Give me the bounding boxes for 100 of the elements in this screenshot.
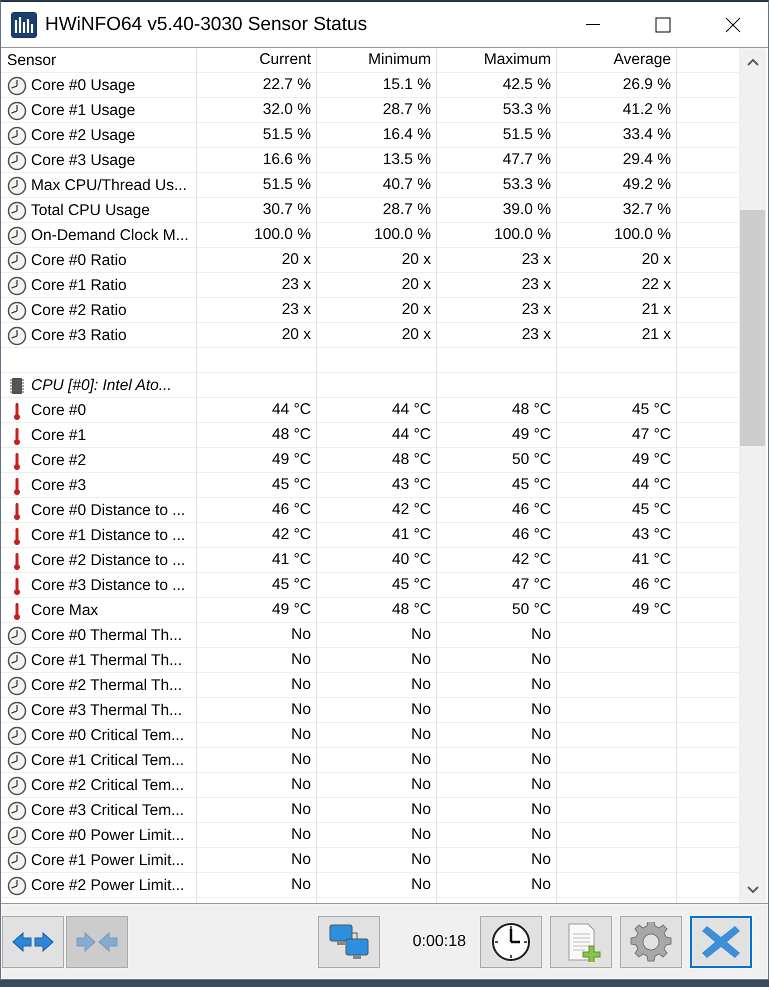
table-cell-text: 20 x [280, 325, 312, 345]
table-cell-text: 21 x [640, 325, 672, 345]
table-cell-text: 23 x [520, 250, 552, 270]
gauge-icon [7, 200, 27, 220]
table-cell-text: No [290, 725, 312, 745]
column-header[interactable]: Sensor [1, 48, 197, 73]
sensor-name: Core Max [31, 600, 98, 620]
close-icon [724, 16, 742, 34]
table-cell-text: No [530, 775, 552, 795]
app-icon [11, 12, 37, 38]
elapsed-time: 0:00:18 [412, 932, 466, 950]
table-cell-text: 42 °C [391, 500, 432, 520]
sensor-name: Core #1 Ratio [31, 276, 127, 296]
sensor-name: Core #3 Critical Tem... [31, 800, 184, 820]
table-cell-text: 42.5 % [502, 75, 552, 95]
document-add-button[interactable] [550, 916, 612, 968]
gauge-icon [7, 100, 27, 120]
table-cell-text: 23 x [520, 275, 552, 295]
table-cell-text: 29.4 % [622, 150, 672, 170]
table-cell-text: 51.5 % [262, 175, 312, 195]
sensor-name: Core #1 Thermal Th... [31, 650, 182, 670]
table-cell-text: 20 x [400, 325, 432, 345]
table-cell-text: 45 °C [271, 575, 312, 595]
settings-button[interactable] [620, 916, 682, 968]
table-cell-text: 100.0 % [253, 225, 312, 245]
table-cell-text: 20 x [400, 275, 432, 295]
gauge-icon [7, 650, 27, 670]
sensor-name: Core #1 Distance to ... [31, 526, 186, 546]
table-cell-text: No [530, 825, 552, 845]
table-cell-text: No [410, 750, 432, 770]
gauge-icon [7, 626, 27, 646]
gauge-icon [7, 800, 27, 820]
table-cell-text: 22.7 % [262, 75, 312, 95]
column-header[interactable]: Average [557, 48, 677, 73]
table-cell-text: No [290, 750, 312, 770]
gauge-icon [7, 826, 27, 846]
table-cell-text: 49 °C [271, 600, 312, 620]
table-cell-text: No [530, 800, 552, 820]
table-cell-text: No [290, 875, 312, 895]
chip-icon [7, 376, 27, 396]
table-cell-text: 49 °C [631, 450, 672, 470]
gauge-icon [7, 226, 27, 246]
table-cell-text: No [290, 850, 312, 870]
table-cell-text: 39.0 % [502, 200, 552, 220]
table-cell-text: No [530, 850, 552, 870]
table-cell-text: No [410, 675, 432, 695]
sensor-name: Max CPU/Thread Us... [31, 176, 187, 196]
sensor-name: Core #3 Thermal Th... [31, 700, 182, 720]
table-cell-text: 23 x [280, 275, 312, 295]
sensor-name: Core #2 Ratio [31, 300, 127, 320]
table-cell-text: No [530, 675, 552, 695]
table-cell-text: 44 °C [631, 475, 672, 495]
table-cell-text: No [530, 725, 552, 745]
table-cell-text: 47.7 % [502, 150, 552, 170]
table-cell-text: 100.0 % [493, 225, 552, 245]
table-cell-text: 41 °C [391, 525, 432, 545]
table-cell-text: 43 °C [391, 475, 432, 495]
table-cell-text: 53.3 % [502, 100, 552, 120]
computers-button[interactable] [318, 916, 380, 968]
arrows-outward-button[interactable] [2, 916, 64, 968]
table-cell-text: 22 x [640, 275, 672, 295]
table-cell-text: No [290, 825, 312, 845]
table-cell-text: 100.0 % [373, 225, 432, 245]
table-cell-text: 33.4 % [622, 125, 672, 145]
sensor-name: Core #2 Critical Tem... [31, 776, 184, 796]
column-header[interactable]: Maximum [437, 48, 557, 73]
table-cell-text: 42 °C [271, 525, 312, 545]
table-cell-text: No [410, 725, 432, 745]
table-cell-text: 41 °C [631, 550, 672, 570]
gauge-icon [7, 250, 27, 270]
table-cell-text: 40.7 % [382, 175, 432, 195]
table-cell-text: 46 °C [631, 575, 672, 595]
table-cell-text: 23 x [520, 300, 552, 320]
sensor-name: Core #1 [31, 426, 86, 446]
gauge-icon [7, 326, 27, 346]
scrollbar[interactable] [739, 48, 766, 903]
table-cell-text: 20 x [400, 250, 432, 270]
table-cell-text: 28.7 % [382, 200, 432, 220]
scroll-down-icon[interactable] [746, 884, 760, 896]
table-cell-text: 20 x [400, 300, 432, 320]
gauge-icon [7, 726, 27, 746]
column-header[interactable]: Minimum [317, 48, 437, 73]
sensor-name: Core #0 [31, 400, 86, 420]
sensor-name: Core #1 Usage [31, 100, 136, 120]
sensor-name: Core #0 Ratio [31, 250, 127, 270]
table-cell-text: 32.7 % [622, 200, 672, 220]
table-cell-text: No [290, 700, 312, 720]
table-cell-text: 49 °C [511, 425, 552, 445]
sensor-name: Core #3 [31, 476, 86, 496]
gauge-icon [7, 676, 27, 696]
column-header[interactable]: Current [197, 48, 317, 73]
table-cell-text: 16.6 % [262, 150, 312, 170]
gauge-icon [7, 300, 27, 320]
table-cell-text: 23 x [520, 325, 552, 345]
close-button[interactable] [690, 916, 752, 968]
clock-button[interactable] [480, 916, 542, 968]
sensor-name: Core #0 Distance to ... [31, 500, 186, 520]
table-cell-text: 53.3 % [502, 175, 552, 195]
gauge-icon [7, 776, 27, 796]
table-cell-text: 21 x [640, 300, 672, 320]
